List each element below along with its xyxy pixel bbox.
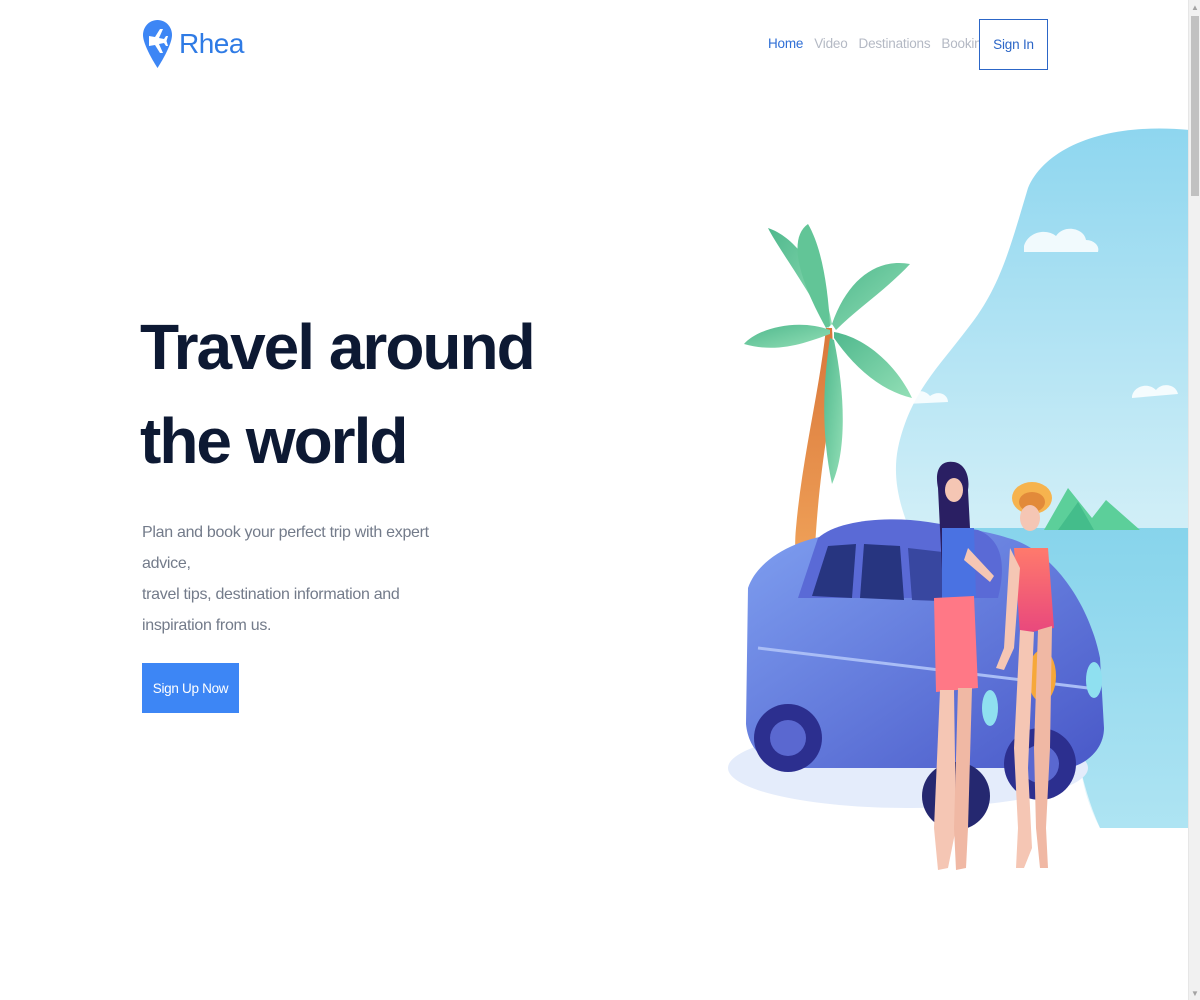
sign-up-button[interactable]: Sign Up Now xyxy=(142,663,239,713)
page-scrollbar[interactable]: ▲ ▼ xyxy=(1188,0,1200,1000)
hero-subtitle-line-2: travel tips, destination information and xyxy=(142,586,400,603)
scroll-down-icon[interactable]: ▼ xyxy=(1189,986,1200,1000)
plane-icon xyxy=(143,20,172,68)
hero-title-line-1: Travel around xyxy=(140,311,536,383)
hero-subtitle-line-1: Plan and book your perfect trip with exp… xyxy=(142,524,429,572)
main-nav: Home Video Destinations Booking xyxy=(768,36,989,51)
nav-link-video[interactable]: Video xyxy=(814,36,847,51)
hero-subtitle-line-3: inspiration from us. xyxy=(142,617,272,634)
scrollbar-thumb[interactable] xyxy=(1191,16,1199,196)
hero-title-line-2: the world xyxy=(140,405,408,477)
hero-illustration xyxy=(728,128,1190,870)
nav-link-destinations[interactable]: Destinations xyxy=(859,36,931,51)
scroll-up-icon[interactable]: ▲ xyxy=(1189,0,1200,14)
sign-in-button[interactable]: Sign In xyxy=(979,19,1048,70)
brand-logo[interactable]: Rhea xyxy=(142,18,244,70)
hero-title: Travel around the world xyxy=(140,300,580,488)
nav-link-home[interactable]: Home xyxy=(768,36,803,51)
hero-subtitle: Plan and book your perfect trip with exp… xyxy=(142,517,442,641)
brand-name: Rhea xyxy=(179,28,244,59)
site-header: Rhea Home Video Destinations Booking Sig… xyxy=(0,0,1188,90)
